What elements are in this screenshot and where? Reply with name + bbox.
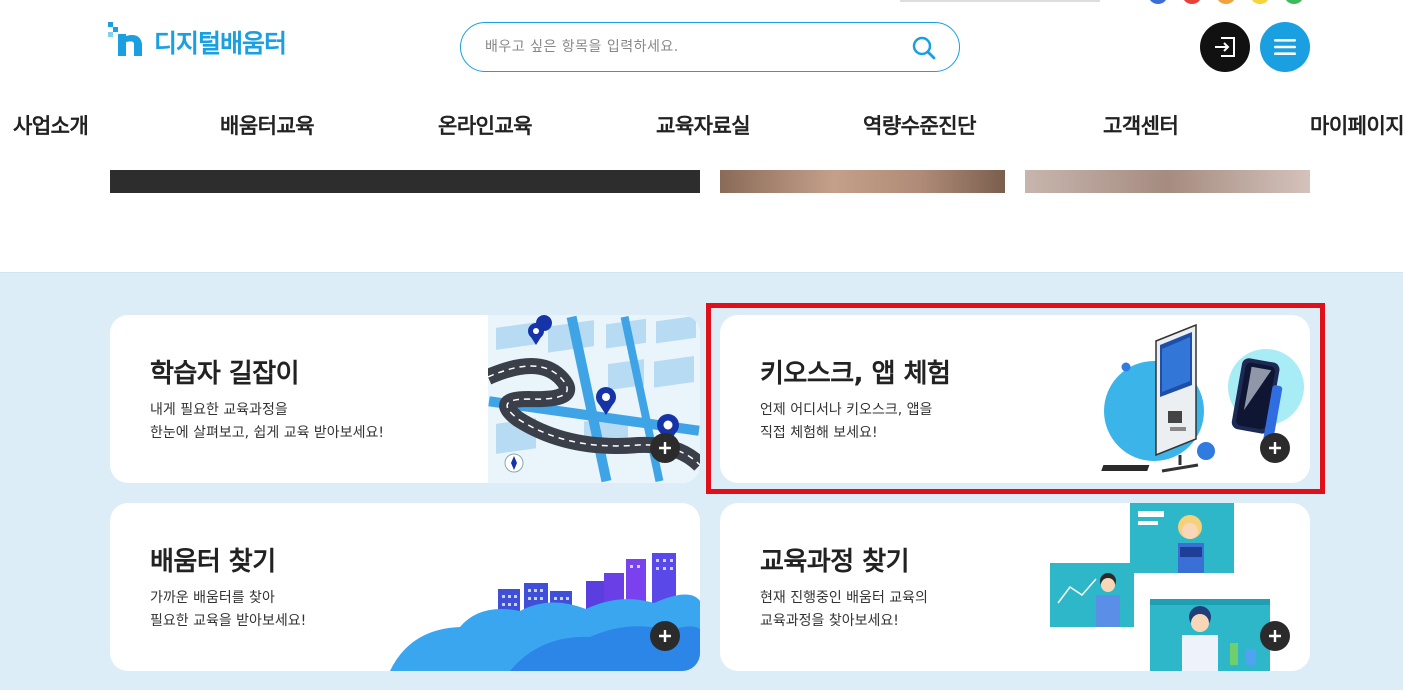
plus-icon[interactable] (650, 433, 680, 463)
plus-icon[interactable] (1260, 621, 1290, 651)
page: 디지털배움터 사업소개 배움터교육 온라인교육 교육자료실 역량수준진 (0, 0, 1403, 690)
card-find-center[interactable]: 배움터 찾기 가까운 배움터를 찾아 필요한 교육을 받아보세요! (110, 503, 700, 671)
top-color-dots (1148, 0, 1304, 4)
dot-green-icon[interactable] (1284, 0, 1304, 4)
login-button[interactable] (1200, 22, 1250, 72)
card-description: 현재 진행중인 배움터 교육의 교육과정을 찾아보세요! (760, 590, 928, 629)
plus-icon[interactable] (650, 621, 680, 651)
dot-blue-icon[interactable] (1148, 0, 1168, 4)
nav-item-support[interactable]: 고객센터 (1103, 110, 1179, 140)
nav-item-about[interactable]: 사업소개 (13, 110, 89, 140)
login-icon (1215, 37, 1235, 57)
banner-slide-1[interactable] (110, 170, 700, 193)
card-learner-guide[interactable]: 학습자 길잡이 내게 필요한 교육과정을 한눈에 살펴보고, 쉽게 교육 받아보… (110, 315, 700, 483)
dot-red-icon[interactable] (1182, 0, 1202, 4)
card-title: 교육과정 찾기 (760, 547, 910, 577)
card-description: 가까운 배움터를 찾아 필요한 교육을 받아보세요! (150, 590, 307, 629)
nav-item-resources[interactable]: 교육자료실 (656, 110, 751, 140)
search-icon[interactable] (911, 35, 937, 61)
dot-orange-icon[interactable] (1216, 0, 1236, 4)
card-description: 언제 어디서나 키오스크, 앱을 직접 체험해 보세요! (760, 402, 933, 441)
nav-item-online-education[interactable]: 온라인교육 (438, 110, 533, 140)
card-description: 내게 필요한 교육과정을 한눈에 살펴보고, 쉽게 교육 받아보세요! (150, 402, 384, 441)
top-utility-bar (900, 0, 1100, 2)
card-kiosk-app-experience[interactable]: 키오스크, 앱 체험 언제 어디서나 키오스크, 앱을 직접 체험해 보세요! (720, 315, 1310, 483)
banner-slide-2[interactable] (720, 170, 1005, 193)
nav-item-assessment[interactable]: 역량수준진단 (863, 110, 976, 140)
card-title: 키오스크, 앱 체험 (760, 359, 951, 389)
plus-icon[interactable] (1260, 433, 1290, 463)
quick-menu-section: 학습자 길잡이 내게 필요한 교육과정을 한눈에 살펴보고, 쉽게 교육 받아보… (0, 272, 1403, 690)
banner-slide-3[interactable] (1025, 170, 1310, 193)
card-title: 배움터 찾기 (150, 547, 276, 577)
main-nav: 사업소개 배움터교육 온라인교육 교육자료실 역량수준진단 고객센터 마이페이지 (0, 110, 1403, 144)
card-title: 학습자 길잡이 (150, 359, 300, 389)
site-logo[interactable]: 디지털배움터 (108, 22, 287, 62)
dot-yellow-icon[interactable] (1250, 0, 1270, 4)
search-input[interactable] (485, 35, 885, 59)
menu-button[interactable] (1260, 22, 1310, 72)
nav-item-mypage[interactable]: 마이페이지 (1310, 110, 1403, 140)
search-box (460, 22, 960, 72)
card-find-course[interactable]: 교육과정 찾기 현재 진행중인 배움터 교육의 교육과정을 찾아보세요! (720, 503, 1310, 671)
logo-mark-icon (108, 22, 146, 62)
hamburger-icon (1274, 39, 1296, 55)
nav-item-center-education[interactable]: 배움터교육 (220, 110, 315, 140)
logo-text: 디지털배움터 (154, 29, 287, 58)
